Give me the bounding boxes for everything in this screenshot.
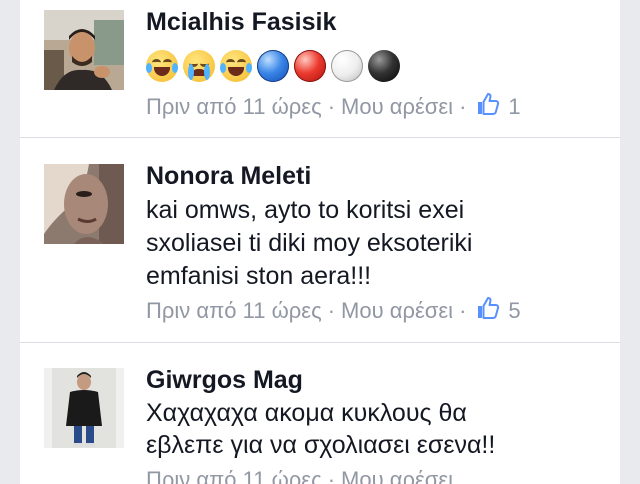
comment-text-line: Χαχαχαχα ακομα κυκλους θα <box>146 399 467 427</box>
like-count[interactable]: 5 <box>508 298 520 324</box>
commenter-name[interactable]: Nonora Meleti <box>146 162 311 190</box>
separator: · <box>327 298 336 323</box>
comment-meta: Πριν από 11 ώρες · Μου αρέσει · 1 <box>146 92 521 122</box>
blue-circle-icon <box>257 50 289 82</box>
separator: · <box>327 467 336 484</box>
avatar[interactable] <box>44 368 124 448</box>
comment-item: Mcialhis Fasisik Πριν από 11 ώρες · Μου … <box>20 0 620 138</box>
separator: · <box>459 298 467 323</box>
commenter-name[interactable]: Mcialhis Fasisik <box>146 8 336 36</box>
timestamp[interactable]: Πριν από 11 ώρες <box>146 298 322 324</box>
comment-meta: Πριν από 11 ώρες · Μου αρέσει · 5 <box>146 296 521 326</box>
loudly-crying-emoji-icon <box>183 50 215 82</box>
like-button[interactable]: Μου αρέσει <box>341 94 453 120</box>
like-button[interactable]: Μου αρέσει <box>341 298 453 324</box>
comment-item: Nonora Meleti kai omws, ayto to koritsi … <box>20 138 620 343</box>
timestamp[interactable]: Πριν από 11 ώρες <box>146 94 322 120</box>
tears-of-joy-emoji-icon <box>146 50 178 82</box>
comments-panel: Mcialhis Fasisik Πριν από 11 ώρες · Μου … <box>20 0 620 484</box>
black-circle-icon <box>368 50 400 82</box>
thumbs-up-icon <box>476 296 500 326</box>
like-count[interactable]: 1 <box>508 94 520 120</box>
timestamp[interactable]: Πριν από 11 ώρες <box>146 467 322 484</box>
comment-text-line: εβλεπε για να σχολιασει εσενα!! <box>146 431 496 459</box>
avatar[interactable] <box>44 10 124 90</box>
comment-meta: Πριν από 11 ώρες · Μου αρέσει <box>146 467 453 484</box>
commenter-name[interactable]: Giwrgos Mag <box>146 366 303 394</box>
tears-of-joy-emoji-icon <box>220 50 252 82</box>
white-circle-icon <box>331 50 363 82</box>
separator: · <box>459 94 467 119</box>
comment-text-line: sxoliasei ti diki moy eksoteriki <box>146 229 473 257</box>
comment-text-line: emfanisi ston aera!!! <box>146 262 372 290</box>
red-circle-icon <box>294 50 326 82</box>
emoji-row <box>146 50 400 82</box>
separator: · <box>327 94 336 119</box>
comment-item: Giwrgos Mag Χαχαχαχα ακομα κυκλους θα εβ… <box>20 343 620 484</box>
avatar[interactable] <box>44 164 124 244</box>
comment-text-line: kai omws, ayto to koritsi exei <box>146 196 465 224</box>
thumbs-up-icon <box>476 92 500 122</box>
like-button[interactable]: Μου αρέσει <box>341 467 453 484</box>
